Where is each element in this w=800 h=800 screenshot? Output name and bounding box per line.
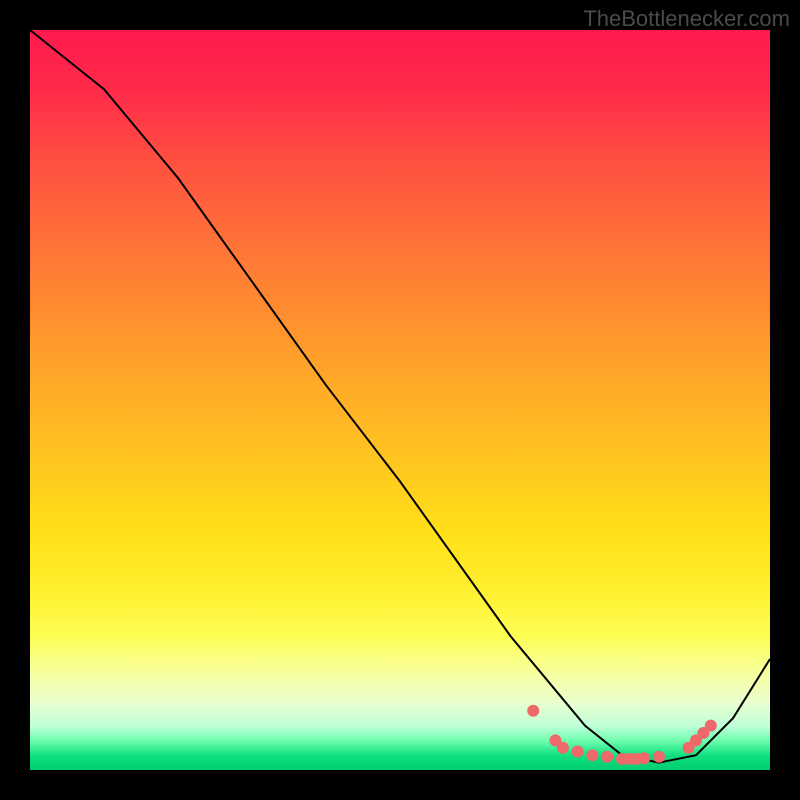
data-marker [527,705,539,717]
data-marker [705,720,717,732]
data-marker [557,742,569,754]
data-marker [638,752,650,764]
bottleneck-curve [30,30,770,763]
data-marker [653,751,665,763]
chart-svg [30,30,770,770]
data-marker [601,751,613,763]
attribution-text: TheBottlenecker.com [583,6,790,32]
data-marker [586,749,598,761]
data-marker [572,746,584,758]
